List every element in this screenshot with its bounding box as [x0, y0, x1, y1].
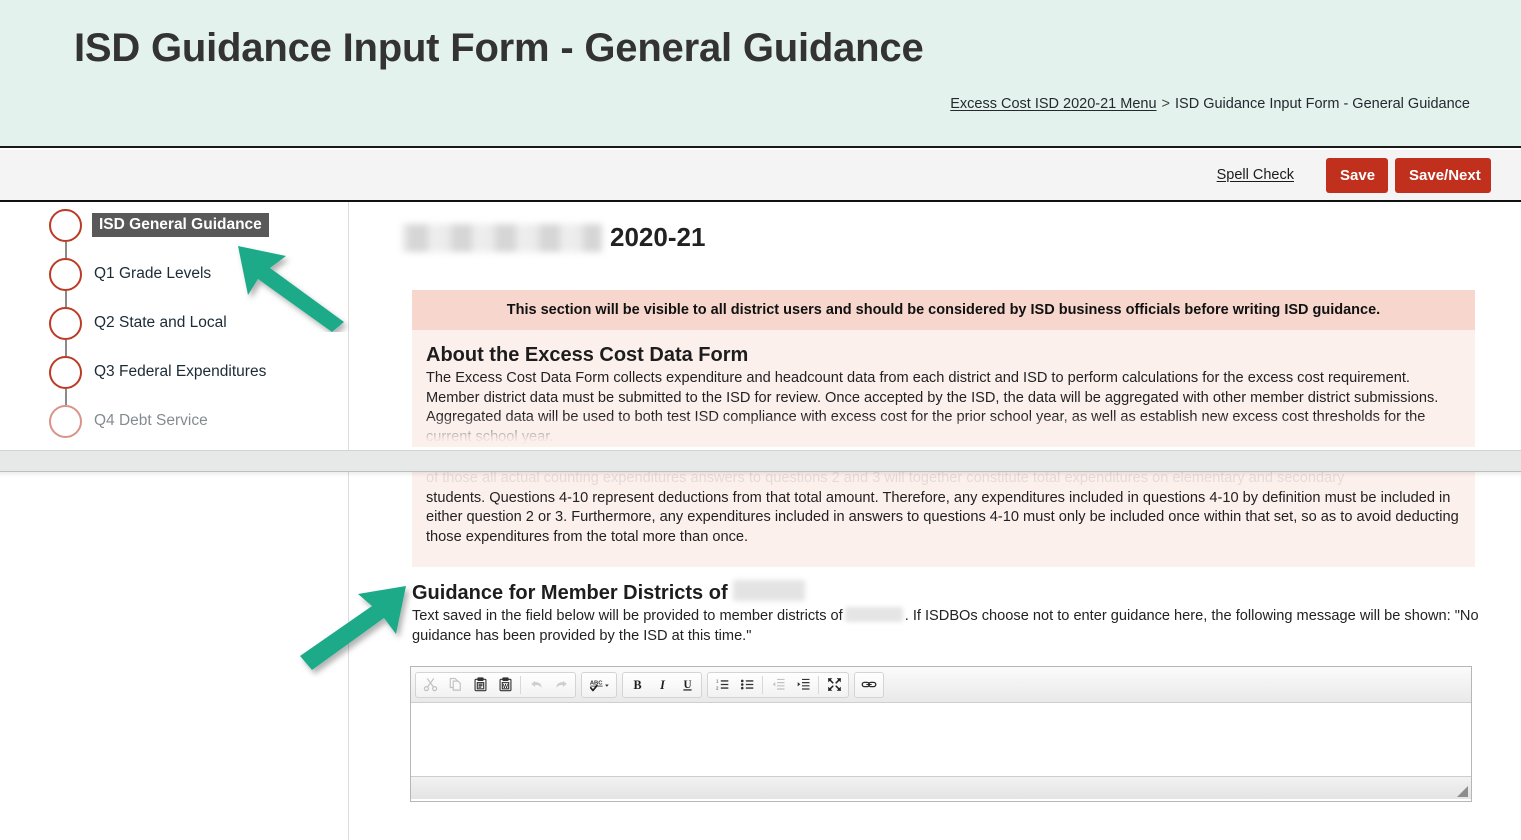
maximize-icon[interactable] — [822, 674, 846, 696]
step-circle-icon — [49, 356, 82, 389]
copy-icon[interactable] — [443, 674, 467, 696]
about-panel: About the Excess Cost Data Form The Exce… — [412, 330, 1475, 445]
toolbar-separator — [520, 675, 521, 694]
breadcrumb-separator: > — [1161, 96, 1171, 112]
bold-icon[interactable]: B — [625, 674, 649, 696]
guidance-section: Guidance for Member Districts of Text sa… — [412, 580, 1487, 646]
guidance-heading-text: Guidance for Member Districts of — [412, 582, 728, 604]
step-circle-icon — [49, 405, 82, 438]
save-button[interactable]: Save — [1326, 158, 1388, 193]
page-banner: ISD Guidance Input Form - General Guidan… — [0, 0, 1521, 148]
notice-banner: This section will be visible to all dist… — [412, 290, 1475, 330]
svg-text:U: U — [683, 679, 691, 691]
guidance-heading: Guidance for Member Districts of — [412, 580, 1487, 605]
deductions-body: of those all actual counting expenditure… — [426, 469, 1459, 547]
svg-text:I: I — [659, 678, 666, 692]
editor-group-basic-styles: B I U — [622, 671, 702, 698]
breadcrumb-current: ISD Guidance Input Form - General Guidan… — [1175, 96, 1470, 112]
notice-banner-text: This section will be visible to all dist… — [506, 302, 1381, 318]
sidebar-item-label: Q1 Grade Levels — [94, 265, 212, 282]
guidance-description: Text saved in the field below will be pr… — [412, 607, 1487, 646]
page-title: ISD Guidance Input Form - General Guidan… — [74, 26, 924, 70]
undo-icon[interactable] — [524, 674, 548, 696]
action-bar: Spell Check Save Save/Next — [0, 150, 1521, 202]
svg-text:2: 2 — [715, 686, 718, 691]
sidebar-item-label: Q2 State and Local — [94, 314, 227, 331]
document-year: 2020-21 — [610, 222, 706, 252]
editor-toolbar: W ABC B I U 1 2 — [411, 667, 1471, 703]
toolbar-separator — [762, 675, 763, 694]
paste-icon[interactable] — [468, 674, 492, 696]
svg-text:1: 1 — [715, 679, 718, 684]
scroll-divider-band — [0, 450, 1521, 472]
save-next-button[interactable]: Save/Next — [1395, 158, 1491, 193]
breadcrumb-link-menu[interactable]: Excess Cost ISD 2020-21 Menu — [950, 96, 1156, 112]
editor-footer — [411, 777, 1471, 799]
paste-from-word-icon[interactable]: W — [493, 674, 517, 696]
spell-check-icon[interactable]: ABC — [584, 674, 614, 696]
sidebar: ISD General Guidance Q1 Grade Levels Q2 … — [0, 202, 349, 840]
guidance-description-part1: Text saved in the field below will be pr… — [412, 608, 843, 624]
redacted-isd-name-body — [844, 607, 903, 622]
sidebar-item-q2-state-and-local[interactable]: Q2 State and Local — [0, 300, 349, 356]
editor-group-links — [854, 671, 884, 698]
sidebar-item-q1-grade-levels[interactable]: Q1 Grade Levels — [0, 251, 349, 307]
about-body: The Excess Cost Data Form collects expen… — [426, 370, 1439, 445]
svg-text:W: W — [503, 684, 508, 690]
breadcrumb: Excess Cost ISD 2020-21 Menu > ISD Guidanc… — [950, 96, 1470, 112]
guidance-description-part2: . If ISDBOs choose not to enter guidance… — [904, 608, 1451, 624]
editor-group-spellcheck: ABC — [581, 671, 617, 698]
outdent-icon[interactable] — [766, 674, 790, 696]
page-root: ISD Guidance Input Form - General Guidan… — [0, 0, 1521, 840]
underline-icon[interactable]: U — [675, 674, 699, 696]
indent-icon[interactable] — [791, 674, 815, 696]
cut-icon[interactable] — [418, 674, 442, 696]
rich-text-editor: W ABC B I U 1 2 — [410, 666, 1472, 802]
redacted-district-name — [402, 223, 602, 252]
editor-group-clipboard: W — [415, 671, 576, 698]
sidebar-item-q4-debt-service[interactable]: Q4 Debt Service — [0, 398, 349, 447]
svg-text:B: B — [633, 678, 641, 692]
numbered-list-icon[interactable]: 12 — [710, 674, 734, 696]
spell-check-link[interactable]: Spell Check — [1217, 167, 1294, 183]
italic-icon[interactable]: I — [650, 674, 674, 696]
sidebar-item-label: Q4 Debt Service — [94, 412, 208, 429]
document-heading: 2020-21 — [402, 222, 705, 253]
toolbar-separator — [818, 675, 819, 694]
deductions-line-1: students. Questions 4-10 represent deduc… — [426, 489, 1377, 506]
sidebar-nav: ISD General Guidance Q1 Grade Levels Q2 … — [0, 202, 349, 447]
bulleted-list-icon[interactable] — [735, 674, 759, 696]
redacted-isd-name-heading — [732, 580, 805, 601]
sidebar-item-isd-general-guidance[interactable]: ISD General Guidance — [0, 202, 349, 258]
step-circle-icon — [49, 258, 82, 291]
editor-resize-handle[interactable] — [1457, 786, 1468, 797]
sidebar-item-q3-federal-expenditures[interactable]: Q3 Federal Expenditures — [0, 349, 349, 405]
redo-icon[interactable] — [549, 674, 573, 696]
editor-group-paragraph: 12 — [707, 671, 849, 698]
main-content: 2020-21 This section will be visible to … — [350, 202, 1521, 840]
link-icon[interactable] — [857, 674, 881, 696]
sidebar-item-label: Q3 Federal Expenditures — [94, 363, 267, 380]
about-heading: About the Excess Cost Data Form — [426, 344, 749, 366]
step-circle-icon — [49, 209, 82, 242]
scroll-divider-shadow — [0, 472, 1521, 477]
sidebar-item-label: ISD General Guidance — [92, 213, 269, 237]
step-circle-icon — [49, 307, 82, 340]
editor-text-area[interactable] — [411, 703, 1471, 777]
